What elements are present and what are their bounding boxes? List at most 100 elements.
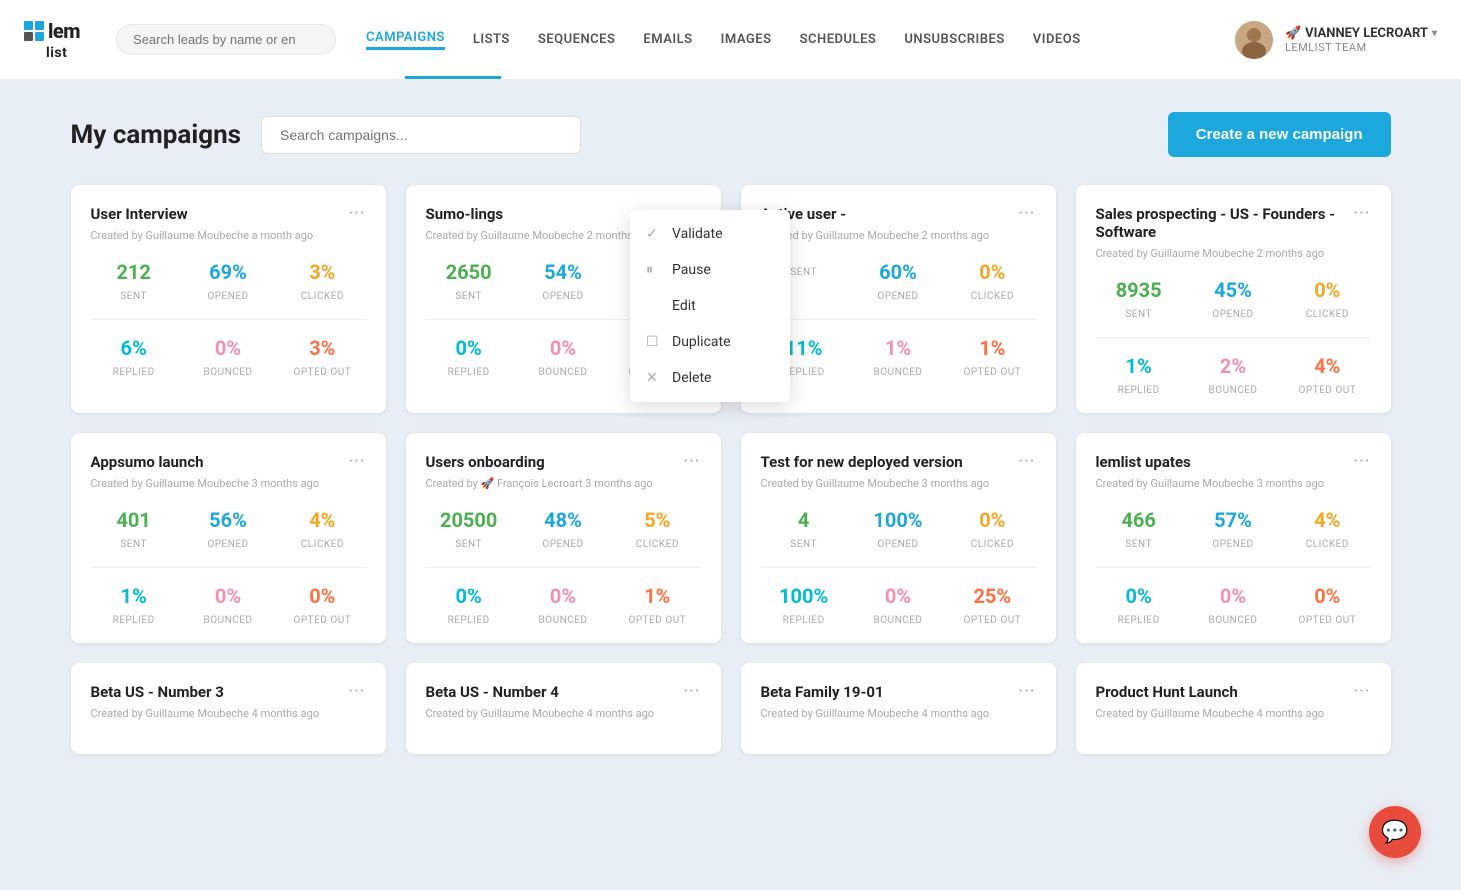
stat-opted-out-value: 0% (1284, 584, 1370, 608)
nav-campaigns[interactable]: CAMPAIGNS (366, 30, 445, 50)
stat-sent-value: 2650 (426, 260, 512, 284)
nav-schedules[interactable]: SCHEDULES (800, 32, 877, 47)
card-header: Sales prospecting - US - Founders - Soft… (1096, 205, 1371, 241)
page-header: My campaigns Create a new campaign (71, 112, 1391, 157)
menu-item-duplicate[interactable]: ☐ Duplicate (630, 324, 790, 360)
stat-opened-label: OPENED (877, 291, 918, 302)
campaign-title: Beta US - Number 4 (426, 683, 559, 701)
search-campaigns-input[interactable] (261, 116, 581, 154)
stat-opted-out-value: 1% (949, 336, 1035, 360)
avatar (1235, 21, 1273, 59)
campaign-card: Sales prospecting - US - Founders - Soft… (1076, 185, 1391, 413)
stat-opened-value: 45% (1190, 278, 1276, 302)
campaign-subtitle: Created by Guillaume Moubeche 2 months a… (1096, 247, 1371, 260)
delete-icon: ✕ (646, 370, 662, 386)
menu-item-delete[interactable]: ✕ Delete (630, 360, 790, 396)
menu-item-pause[interactable]: ⏸ Pause (630, 252, 790, 288)
nav-sequences[interactable]: SEQUENCES (538, 32, 616, 47)
stat-sent-value: 401 (91, 508, 177, 532)
card-menu-button[interactable]: ··· (1018, 683, 1035, 701)
campaign-card: User Interview ··· Created by Guillaume … (71, 185, 386, 413)
stat-clicked-value: 5% (614, 508, 700, 532)
card-menu-button[interactable]: ··· (1018, 205, 1035, 223)
stat-opened-label: OPENED (542, 539, 583, 550)
active-nav-indicator (405, 76, 501, 79)
stat-bounced-value: 0% (520, 336, 606, 360)
create-campaign-button[interactable]: Create a new campaign (1168, 112, 1391, 157)
stat-opened-value: 60% (855, 260, 941, 284)
stat-replied-label: REPLIED (113, 615, 155, 626)
stat-clicked-value: 0% (1284, 278, 1370, 302)
stat-opened-value: 48% (520, 508, 606, 532)
campaign-card: Beta Family 19-01 ··· Created by Guillau… (741, 663, 1056, 754)
campaign-card: Test for new deployed version ··· Create… (741, 433, 1056, 643)
stat-opened-value: 69% (185, 260, 271, 284)
card-menu-button[interactable]: ··· (1353, 205, 1370, 223)
stat-sent-label: SENT (790, 267, 817, 278)
stat-replied-label: REPLIED (1118, 615, 1160, 626)
stat-opted-out-label: OPTED OUT (963, 615, 1021, 626)
menu-label-validate: Validate (672, 226, 723, 242)
main-content: My campaigns Create a new campaign User … (31, 80, 1431, 786)
stat-bounced: 0% BOUNCED (855, 584, 941, 627)
stat-clicked: 0% CLICKED (949, 508, 1035, 551)
stat-opened-label: OPENED (877, 539, 918, 550)
stat-opened-label: OPENED (207, 291, 248, 302)
stat-bounced-value: 0% (520, 584, 606, 608)
user-info: 🚀 VIANNEY LECROART ▾ LEMLIST TEAM (1285, 26, 1437, 54)
rocket-prefix: 🚀 (1285, 26, 1301, 41)
nav-images[interactable]: IMAGES (721, 32, 772, 47)
card-header: User Interview ··· (91, 205, 366, 223)
stat-opened-label: OPENED (1212, 539, 1253, 550)
stat-sent-label: SENT (790, 539, 817, 550)
campaign-card: Users onboarding ··· Created by 🚀 Franço… (406, 433, 721, 643)
card-menu-button[interactable]: ··· (1353, 453, 1370, 471)
search-input[interactable] (116, 24, 336, 55)
stat-replied-value: 0% (1096, 584, 1182, 608)
logo[interactable]: lem list (24, 19, 80, 61)
stat-bounced-value: 0% (855, 584, 941, 608)
card-menu-button[interactable]: ··· (1018, 453, 1035, 471)
card-menu-button[interactable]: ··· (348, 453, 365, 471)
stat-replied-value: 1% (91, 584, 177, 608)
stat-sent: 20500 SENT (426, 508, 512, 551)
campaign-subtitle: Created by Guillaume Moubeche 3 months a… (1096, 477, 1371, 490)
stat-opened-value: 57% (1190, 508, 1276, 532)
stat-opted-out: 0% OPTED OUT (279, 584, 365, 627)
nav-videos[interactable]: VIDEOS (1033, 32, 1081, 47)
user-team: LEMLIST TEAM (1285, 41, 1437, 54)
chat-fab[interactable]: 💬 (1369, 806, 1421, 858)
campaign-title: lemlist upates (1096, 453, 1191, 471)
card-menu-button[interactable]: ··· (1353, 683, 1370, 701)
stat-clicked: 0% CLICKED (949, 260, 1035, 303)
menu-item-validate[interactable]: ✓ Validate (630, 216, 790, 252)
stat-clicked: 4% CLICKED (1284, 508, 1370, 551)
stat-replied-value: 1% (1096, 354, 1182, 378)
stat-clicked-label: CLICKED (301, 539, 344, 550)
nav-emails[interactable]: EMAILS (643, 32, 692, 47)
campaign-subtitle: Created by Guillaume Moubeche a month ag… (91, 229, 366, 242)
card-menu-button[interactable]: ··· (348, 683, 365, 701)
card-menu-button[interactable]: ··· (348, 205, 365, 223)
campaign-subtitle: Created by Guillaume Moubeche 3 months a… (761, 477, 1036, 490)
stat-bounced-label: BOUNCED (1209, 615, 1258, 626)
stat-clicked-label: CLICKED (301, 291, 344, 302)
campaign-title: Appsumo launch (91, 453, 204, 471)
nav-lists[interactable]: LISTS (473, 32, 510, 47)
stat-opened-value: 56% (185, 508, 271, 532)
stat-replied-value: 6% (91, 336, 177, 360)
stat-clicked-value: 0% (949, 260, 1035, 284)
campaign-title: Sales prospecting - US - Founders - Soft… (1096, 205, 1336, 241)
stat-opted-out-label: OPTED OUT (1298, 615, 1356, 626)
card-menu-button[interactable]: ··· (683, 683, 700, 701)
card-menu-button[interactable]: ··· (683, 453, 700, 471)
stat-opted-out-label: OPTED OUT (963, 367, 1021, 378)
stat-opened: 56% OPENED (185, 508, 271, 551)
nav-unsubscribes[interactable]: UNSUBSCRIBES (904, 32, 1004, 47)
card-stats: 8935 SENT 45% OPENED 0% CLICKED 1% REPLI… (1096, 278, 1371, 397)
stat-sent-label: SENT (1125, 539, 1152, 550)
chevron-down-icon[interactable]: ▾ (1432, 28, 1437, 39)
stat-sent: 4 SENT (761, 508, 847, 551)
menu-item-edit[interactable]: Edit (630, 288, 790, 324)
context-menu: ✓ Validate ⏸ Pause Edit ☐ Duplicate ✕ De… (630, 210, 790, 402)
